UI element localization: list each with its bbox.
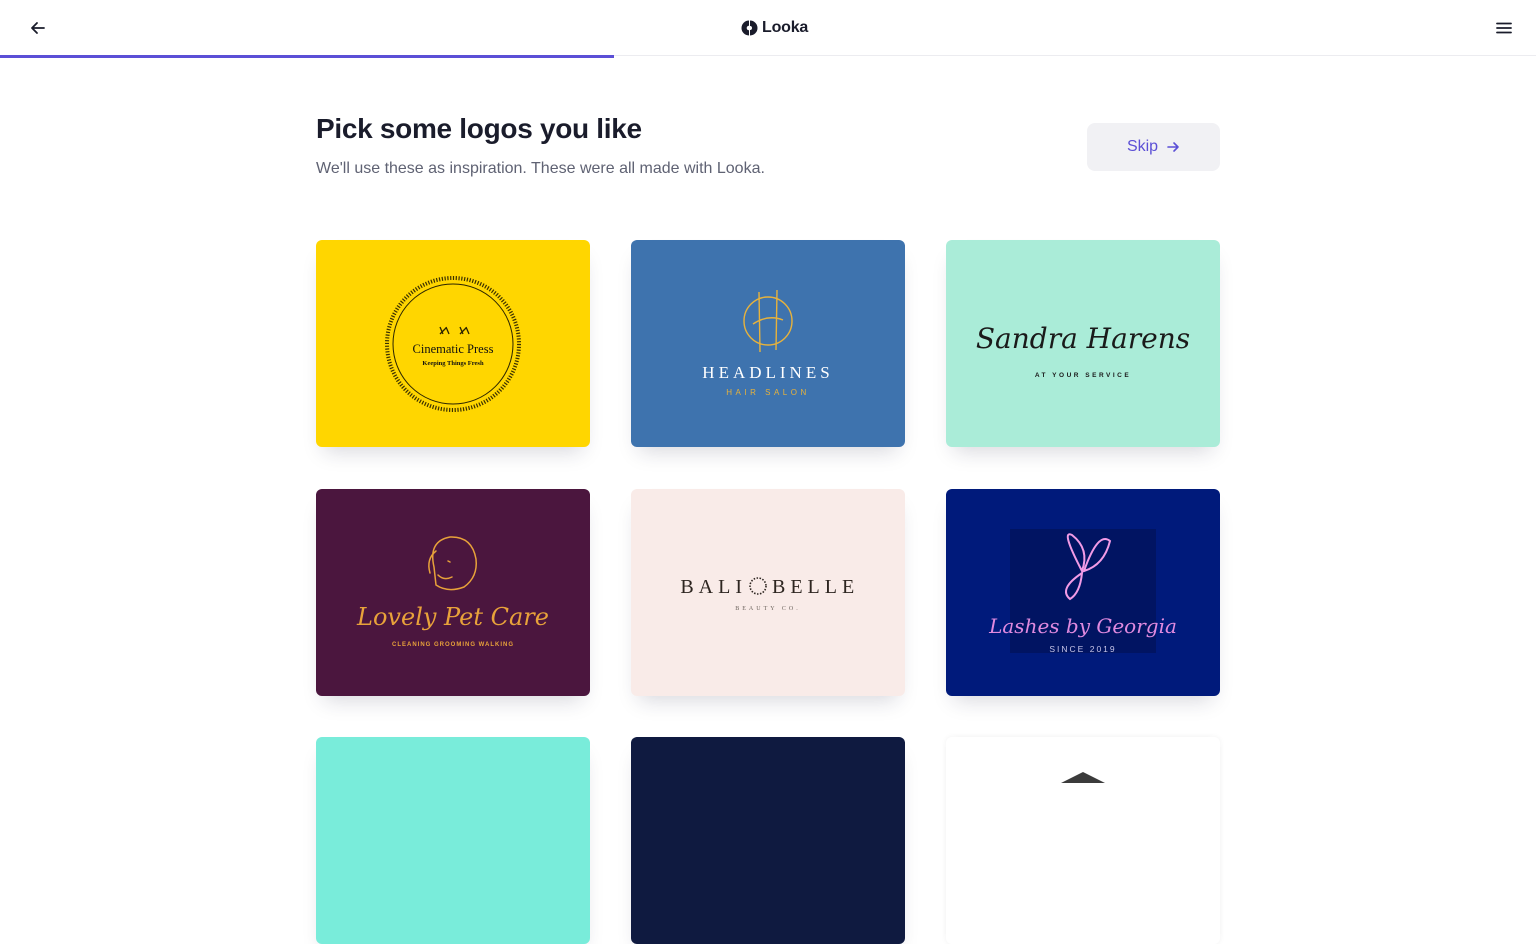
logo-name: Cinematic Press <box>413 342 494 356</box>
brand-logo[interactable]: Looka <box>740 17 808 39</box>
logo-name: Lovely Pet Care <box>356 603 549 631</box>
brand-name: Looka <box>762 19 809 36</box>
progress-bar <box>0 55 615 58</box>
ornament-icon <box>749 577 767 595</box>
logo-card-bali-belle[interactable]: BALI BELLE BEAUTY CO. <box>631 489 905 696</box>
looka-logo-icon <box>741 20 758 36</box>
logo-name-right: BELLE <box>772 576 859 598</box>
logo-card-sandra-harens[interactable]: Sandra Harens AT YOUR SERVICE <box>946 240 1220 447</box>
logo-name-left: BALI <box>680 576 747 598</box>
dog-head-icon <box>428 536 477 591</box>
arrow-right-icon <box>1167 142 1179 152</box>
logo-card-cinematic-press[interactable]: Cinematic Press Keeping Things Fresh <box>316 240 590 447</box>
logo-tagline: CLEANING GROOMING WALKING <box>392 642 514 648</box>
logo-card-9[interactable] <box>946 737 1220 944</box>
logo-tagline: Keeping Things Fresh <box>422 360 484 367</box>
hamburger-menu-icon <box>1496 22 1512 34</box>
top-bar: Looka <box>0 0 1536 56</box>
logo-card-headlines[interactable]: HEADLINES HAIR SALON <box>631 240 905 447</box>
logo-tagline: SINCE 2019 <box>1049 644 1116 654</box>
logo-name: Sandra Harens <box>976 322 1190 355</box>
logo-name: HEADLINES <box>702 363 833 382</box>
logo-tagline: HAIR SALON <box>726 388 809 397</box>
page-subtitle: We'll use these as inspiration. These we… <box>316 160 765 177</box>
skip-button[interactable]: Skip <box>1087 123 1220 171</box>
logo-card-lashes-by-georgia[interactable]: Lashes by Georgia SINCE 2019 <box>946 489 1220 696</box>
menu-button[interactable] <box>1492 16 1516 40</box>
logo-tagline: BEAUTY CO. <box>735 606 800 612</box>
logo-card-lovely-pet-care[interactable]: Lovely Pet Care CLEANING GROOMING WALKIN… <box>316 489 590 696</box>
page-title: Pick some logos you like <box>316 113 642 144</box>
wheat-icon <box>439 326 470 335</box>
back-button[interactable] <box>26 16 50 40</box>
house-roof-icon <box>1061 772 1105 783</box>
logo-card-8[interactable] <box>631 737 905 944</box>
h-monogram-icon <box>743 289 793 353</box>
back-arrow-icon <box>31 22 45 34</box>
logo-tagline: AT YOUR SERVICE <box>1035 372 1131 379</box>
logo-card-7[interactable] <box>316 737 590 944</box>
logo-name: Lashes by Georgia <box>988 614 1177 638</box>
skip-label: Skip <box>1126 138 1159 155</box>
